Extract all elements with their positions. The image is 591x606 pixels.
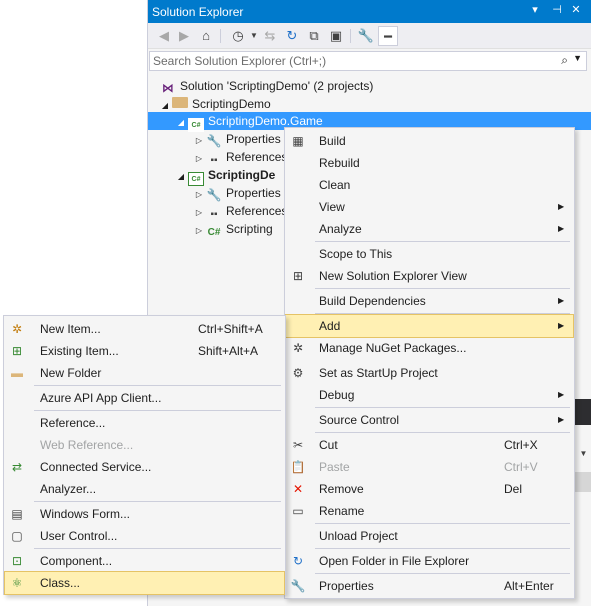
menu-item-new-item[interactable]: ✲ New Item... Ctrl+Shift+A <box>5 318 284 340</box>
menu-item-build-dependencies[interactable]: Build Dependencies ▶ <box>286 290 573 312</box>
menu-item-windows-form[interactable]: ▤ Windows Form... <box>5 503 284 525</box>
tree-node-two-properties[interactable]: ▷ 🔧 Properties <box>192 184 281 202</box>
wrench-icon: 🔧 <box>206 188 222 202</box>
search-placeholder: Search Solution Explorer (Ctrl+;) <box>153 54 327 68</box>
expanded-arrow-icon[interactable]: ◢ <box>174 168 188 186</box>
panel-title: Solution Explorer <box>152 5 244 19</box>
back-icon[interactable]: ◀ <box>154 26 174 46</box>
windows-form-icon: ▤ <box>11 507 23 521</box>
tree-node-folder[interactable]: ◢ ScriptingDemo <box>158 95 271 113</box>
chevron-down-icon: ▼ <box>579 449 588 458</box>
wrench-icon: 🔧 <box>206 134 222 148</box>
pin-icon[interactable]: ⊣ <box>550 3 564 19</box>
build-icon: ▦ <box>292 134 304 148</box>
solution-explorer-search-input[interactable]: Search Solution Explorer (Ctrl+;) ⌕ ▼ <box>149 51 587 71</box>
tree-node-two-file[interactable]: ▷ C# Scripting <box>192 220 273 238</box>
collapsed-arrow-icon[interactable]: ▷ <box>192 222 206 240</box>
menu-item-view[interactable]: View ▶ <box>286 196 573 218</box>
menu-item-source-control[interactable]: Source Control ▶ <box>286 409 573 431</box>
menu-item-analyzer[interactable]: Analyzer... <box>5 478 284 500</box>
menu-item-new-folder[interactable]: ▬ New Folder <box>5 362 284 384</box>
menu-item-class[interactable]: ⚛ Class... <box>4 571 285 595</box>
rename-icon: ▭ <box>292 504 304 518</box>
csharp-file-icon: C# <box>207 227 221 238</box>
tree-node-solution[interactable]: ⋈ Solution 'ScriptingDemo' (2 projects) <box>160 77 373 95</box>
existing-item-icon: ⊞ <box>11 344 23 358</box>
menu-item-clean[interactable]: Clean <box>286 174 573 196</box>
paste-icon: 📋 <box>290 460 306 474</box>
expanded-arrow-icon[interactable]: ◢ <box>174 114 188 132</box>
show-all-files-icon[interactable]: ▣ <box>326 26 346 46</box>
menu-item-build[interactable]: ▦ Build <box>286 130 573 152</box>
menu-item-manage-nuget[interactable]: ✲ Manage NuGet Packages... <box>286 337 573 359</box>
new-folder-icon: ▬ <box>11 366 23 380</box>
add-submenu: ✲ New Item... Ctrl+Shift+A ⊞ Existing It… <box>3 315 286 595</box>
menu-item-azure-api[interactable]: Azure API App Client... <box>5 387 284 409</box>
submenu-arrow-icon: ▶ <box>558 224 565 233</box>
refresh-icon[interactable]: ↻ <box>282 26 302 46</box>
forward-icon[interactable]: ▶ <box>174 26 194 46</box>
background-panel <box>575 399 591 425</box>
solution-explorer-title-bar: Solution Explorer ▾ ⊣ ✕ <box>148 0 591 23</box>
submenu-arrow-icon: ▶ <box>558 202 565 211</box>
submenu-arrow-icon: ▶ <box>558 296 565 305</box>
menu-item-add[interactable]: Add ▶ <box>285 314 574 338</box>
class-icon: ⚛ <box>11 576 23 590</box>
solution-explorer-toolbar: ◀ ▶ ⌂ ◷ ▼ ⇆ ↻ ⧉ ▣ 🔧 ━ <box>148 23 591 49</box>
new-item-icon: ✲ <box>11 322 23 336</box>
menu-item-cut[interactable]: ✂ Cut Ctrl+X <box>286 434 573 456</box>
sync-with-document-icon[interactable]: ⇆ <box>260 26 280 46</box>
menu-item-rename[interactable]: ▭ Rename <box>286 500 573 522</box>
tree-node-game-references[interactable]: ▷ ▪▪ References <box>192 148 287 166</box>
search-icon[interactable]: ⌕ <box>561 53 568 68</box>
menu-item-set-startup[interactable]: ⚙ Set as StartUp Project <box>286 362 573 384</box>
menu-item-connected-service[interactable]: ⇄ Connected Service... <box>5 456 284 478</box>
folder-icon <box>172 97 188 108</box>
menu-item-component[interactable]: ⊡ Component... <box>5 550 284 572</box>
menu-item-web-reference[interactable]: Web Reference... <box>5 434 284 456</box>
menu-item-open-folder[interactable]: ↻ Open Folder in File Explorer <box>286 550 573 572</box>
menu-item-debug[interactable]: Debug ▶ <box>286 384 573 406</box>
menu-item-user-control[interactable]: ▢ User Control... <box>5 525 284 547</box>
submenu-arrow-icon: ▶ <box>558 390 565 399</box>
component-icon: ⊡ <box>11 554 23 568</box>
close-icon[interactable]: ✕ <box>569 3 583 19</box>
user-control-icon: ▢ <box>11 529 23 543</box>
menu-item-paste[interactable]: 📋 Paste Ctrl+V <box>286 456 573 478</box>
open-folder-icon: ↻ <box>292 554 304 568</box>
tree-node-two-references[interactable]: ▷ ▪▪ References <box>192 202 287 220</box>
nuget-icon: ✲ <box>292 341 304 355</box>
scissors-icon: ✂ <box>292 438 304 452</box>
preview-selected-items-icon[interactable]: ━ <box>378 26 398 46</box>
tree-node-game-properties[interactable]: ▷ 🔧 Properties <box>192 130 281 148</box>
window-position-dropdown-icon[interactable]: ▾ <box>528 3 542 19</box>
project-context-menu: ▦ Build Rebuild Clean View ▶ Analyze ▶ S… <box>284 127 575 599</box>
connected-service-icon: ⇄ <box>11 460 23 474</box>
remove-icon: ✕ <box>292 482 304 496</box>
wrench-icon[interactable]: 🔧 <box>356 26 376 46</box>
new-view-icon: ⊞ <box>292 269 304 283</box>
menu-item-scope-to-this[interactable]: Scope to This <box>286 243 573 265</box>
menu-item-new-solution-explorer-view[interactable]: ⊞ New Solution Explorer View <box>286 265 573 287</box>
solution-icon: ⋈ <box>162 81 174 95</box>
search-options-dropdown-icon[interactable]: ▼ <box>573 53 582 63</box>
background-panel <box>575 472 591 492</box>
tree-node-project-two[interactable]: ◢ C# ScriptingDe <box>174 166 275 186</box>
gear-icon: ⚙ <box>292 366 304 380</box>
menu-item-properties[interactable]: 🔧 Properties Alt+Enter <box>286 575 573 597</box>
menu-item-analyze[interactable]: Analyze ▶ <box>286 218 573 240</box>
submenu-arrow-icon: ▶ <box>558 415 565 424</box>
menu-item-unload-project[interactable]: Unload Project <box>286 525 573 547</box>
submenu-arrow-icon: ▶ <box>558 321 565 330</box>
menu-item-existing-item[interactable]: ⊞ Existing Item... Shift+Alt+A <box>5 340 284 362</box>
home-icon[interactable]: ⌂ <box>196 26 216 46</box>
collapse-all-icon[interactable]: ⧉ <box>304 26 324 46</box>
wrench-icon: 🔧 <box>290 579 306 593</box>
menu-item-rebuild[interactable]: Rebuild <box>286 152 573 174</box>
menu-item-remove[interactable]: ✕ Remove Del <box>286 478 573 500</box>
menu-item-reference[interactable]: Reference... <box>5 412 284 434</box>
